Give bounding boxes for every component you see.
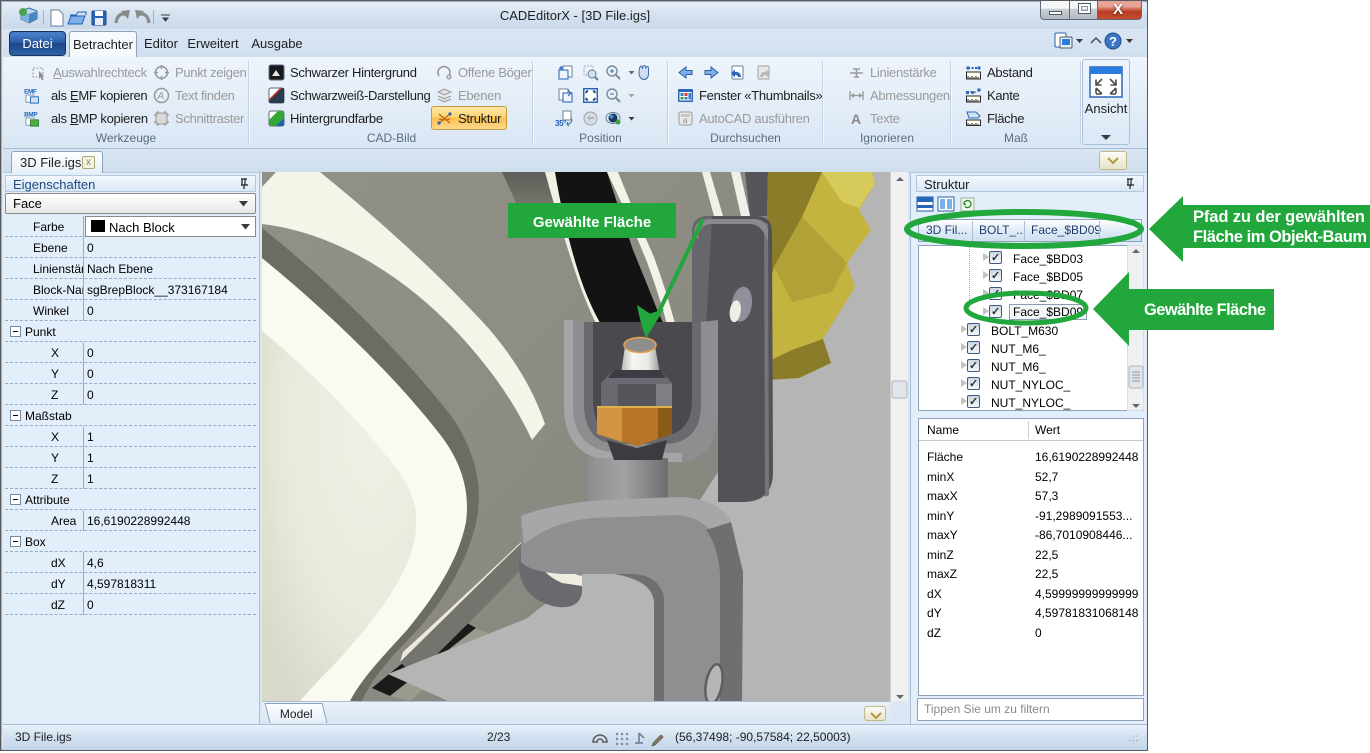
svg-text:Fläche im Objekt-Baum: Fläche im Objekt-Baum (1193, 228, 1367, 246)
svg-text:A: A (851, 111, 861, 127)
svg-text:Ansicht: Ansicht (1085, 101, 1128, 116)
svg-text:Gewählte Fläche: Gewählte Fläche (1144, 301, 1266, 319)
svg-text:?: ? (1109, 34, 1117, 49)
svg-text:Pfad zu der gewählten: Pfad zu der gewählten (1193, 208, 1365, 226)
svg-text:EMF: EMF (24, 88, 37, 95)
svg-text:BMP: BMP (24, 111, 37, 118)
svg-text:A: A (157, 91, 165, 102)
svg-text:35°: 35° (555, 119, 566, 127)
